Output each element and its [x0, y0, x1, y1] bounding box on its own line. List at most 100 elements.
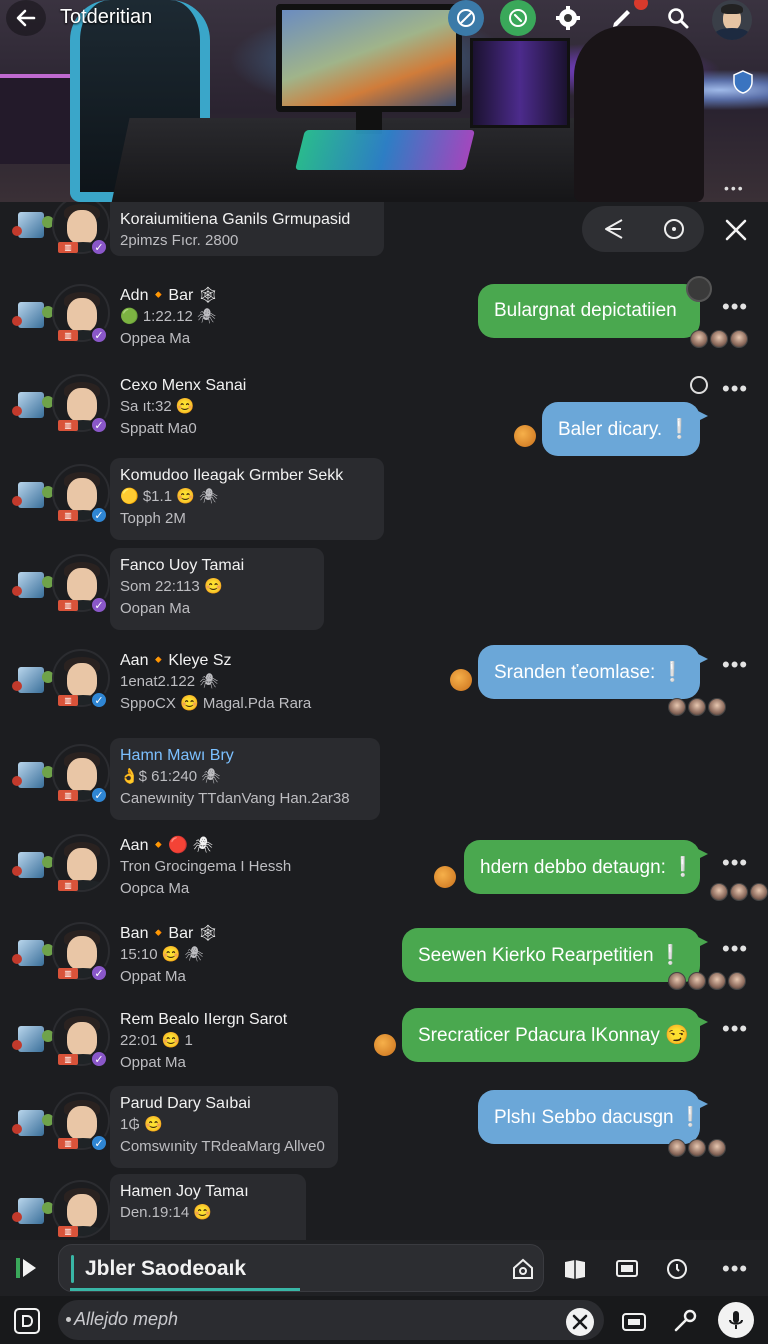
info-circle-icon[interactable] — [662, 217, 686, 241]
gear-icon — [556, 6, 580, 30]
message-more-icon[interactable]: ••• — [722, 852, 748, 874]
reaction-emoji-icon[interactable] — [374, 1034, 396, 1056]
mini-avatars — [12, 212, 54, 242]
conversation-row[interactable]: ▥ ✓ Fanco Uoy Tamai Som 22:113 😊 Oopan Ma — [0, 548, 768, 640]
conversation-status: Canewınity TTdanVang Han.2ar38 — [120, 790, 350, 807]
conversation-card: Fanco Uoy Tamai Som 22:113 😊 Oopan Ma — [110, 548, 324, 630]
message-more-icon[interactable]: ••• — [722, 378, 748, 400]
conversation-row[interactable]: ▥ ✓ Komudoo Ileagak Grmber Sekk 🟡 $1.1 😊 🕷 T… — [0, 458, 768, 550]
member-badge: ▥ — [58, 420, 78, 431]
dot-icon — [66, 1317, 71, 1322]
settings-button[interactable] — [550, 0, 586, 36]
tools-button[interactable] — [566, 1308, 594, 1336]
conversation-preview: 1enat2.122 🕷 — [120, 673, 219, 690]
sync-button[interactable] — [448, 0, 484, 36]
message-more-icon[interactable]: ••• — [722, 296, 748, 318]
conversation-name: Adn🔸Bar 🕸 — [120, 287, 219, 304]
conversation-status: Oopan Ma — [120, 600, 191, 617]
conversation-name: Fanco Uoy Tamai — [120, 557, 245, 574]
timer-button[interactable] — [662, 1254, 692, 1284]
back-button[interactable] — [6, 0, 46, 36]
bubble-tail — [696, 410, 708, 422]
conversation-status: Oppat Ma — [120, 968, 186, 985]
secondary-input[interactable]: Allejdo meph — [58, 1300, 604, 1340]
media-button[interactable] — [612, 1254, 642, 1284]
bubble-tail — [696, 1016, 708, 1028]
profile-avatar[interactable] — [712, 0, 752, 40]
conversation-status: Topph 2M — [120, 510, 186, 527]
message-more-icon[interactable]: ••• — [722, 938, 748, 960]
close-icon[interactable] — [722, 216, 750, 244]
message-bubble[interactable]: hdern debbo detaugn: ❕ — [464, 840, 708, 894]
cover-pc-tower — [470, 38, 570, 128]
whatsapp-button[interactable] — [500, 0, 536, 36]
chat-controls — [582, 206, 704, 252]
play-button[interactable] — [10, 1254, 42, 1282]
conversation-card: Hamn Mawı Bry 👌$ 61:240 🕷 Canewınity TTdan… — [110, 738, 380, 820]
mini-avatars — [12, 392, 54, 422]
conversation-name: Hamn Mawı Bry — [120, 747, 234, 764]
conversation-name: Aan🔸🔴 🕷 — [120, 837, 214, 854]
mini-avatars — [12, 852, 54, 882]
message-composer-input[interactable]: Jbler Saodeoaık — [58, 1244, 544, 1292]
conversation-status: Comswınity TRdeaMarg Allve0 — [120, 1138, 325, 1155]
back-arrow-icon — [16, 9, 36, 27]
top-bar: Totderitian — [0, 0, 768, 40]
back-nav-button[interactable] — [14, 1308, 40, 1334]
verified-icon: ✓ — [90, 1134, 108, 1152]
member-badge: ▥ — [58, 790, 78, 801]
member-badge: ▥ — [58, 880, 78, 891]
cover-keyboard — [295, 130, 475, 170]
mini-avatars — [12, 1110, 54, 1140]
conversation-card: Aan🔸🔴 🕷 Tron Grocingema I Hessh Oopca Ma — [110, 828, 410, 908]
gif-button[interactable] — [620, 1308, 648, 1336]
key-button[interactable] — [670, 1306, 700, 1336]
conversation-card: Rem Bealo IIergn Sarot 22:01 😊 1 Oppat Ma — [110, 1002, 410, 1082]
status-avatar-icon — [686, 276, 712, 302]
conversation-row[interactable]: ▥ ✓ Hamn Mawı Bry 👌$ 61:240 🕷 Canewınity TTd… — [0, 738, 768, 830]
conversation-name: Parud Dary Saıbai — [120, 1095, 251, 1112]
mic-button[interactable] — [718, 1302, 754, 1338]
sticker-button[interactable] — [508, 1254, 538, 1284]
member-badge: ▥ — [58, 1138, 78, 1149]
conversation-preview: 👌$ 61:240 🕷 — [120, 768, 221, 785]
edit-button[interactable] — [604, 0, 648, 36]
composer-more-icon[interactable]: ••• — [722, 1258, 748, 1280]
reaction-emoji-icon[interactable] — [434, 866, 456, 888]
message-more-icon[interactable]: ••• — [722, 1018, 748, 1040]
verified-icon: ✓ — [90, 691, 108, 709]
reaction-emoji-icon[interactable] — [514, 425, 536, 447]
message-more-icon[interactable]: ••• — [722, 654, 748, 676]
conversation-status: Oopca Ma — [120, 880, 190, 897]
message-bubble[interactable]: Sranden ťeomlase: ❕ — [478, 645, 708, 699]
mini-avatars — [12, 572, 54, 602]
book-button[interactable] — [560, 1254, 590, 1284]
send-arrow-icon[interactable] — [601, 217, 625, 241]
message-text: Baler dicary. ❕ — [558, 419, 692, 440]
tools-icon — [572, 1314, 588, 1330]
verified-icon: ✓ — [90, 326, 108, 344]
composer-underline — [70, 1288, 300, 1291]
conversation-preview: Tron Grocingema I Hessh — [120, 858, 292, 875]
search-button[interactable] — [660, 0, 696, 36]
cover-more-icon[interactable]: ••• — [724, 180, 745, 196]
message-bubble[interactable]: Srecraticer Pdacura lKonnay 😏 — [402, 1008, 708, 1062]
group-name: Koraiumitiena Ganils Grmupasid — [120, 211, 351, 228]
message-bubble[interactable]: Seewen Kierko Rearpetitien ❕ — [402, 928, 708, 982]
composer-value: Jbler Saodeoaık — [85, 1257, 247, 1280]
reaction-emoji-icon[interactable] — [450, 669, 472, 691]
page-title: Totderitian — [60, 6, 153, 28]
conversation-status: SppoCX 😊 Magal.Pda Rara — [120, 695, 312, 712]
member-badge: ▥ — [58, 695, 78, 706]
mini-avatars — [12, 667, 54, 697]
message-bubble[interactable]: Bulargnat depictatiien — [478, 284, 708, 338]
conversation-card: Aan🔸Kleye Sz 1enat2.122 🕷 SppoCX 😊 Magal.P… — [110, 643, 410, 723]
mini-avatars — [12, 1026, 54, 1056]
message-bubble[interactable]: Plshı Sebbo dacusgn ❕ — [478, 1090, 708, 1144]
bubble-tail — [696, 653, 708, 665]
phone-chat-icon — [509, 9, 527, 27]
screen-icon — [616, 1260, 638, 1277]
conversation-preview: Sa ıt:32 😊 — [120, 398, 195, 415]
cover-chair-right — [574, 26, 704, 202]
message-bubble[interactable]: Baler dicary. ❕ — [542, 402, 708, 456]
